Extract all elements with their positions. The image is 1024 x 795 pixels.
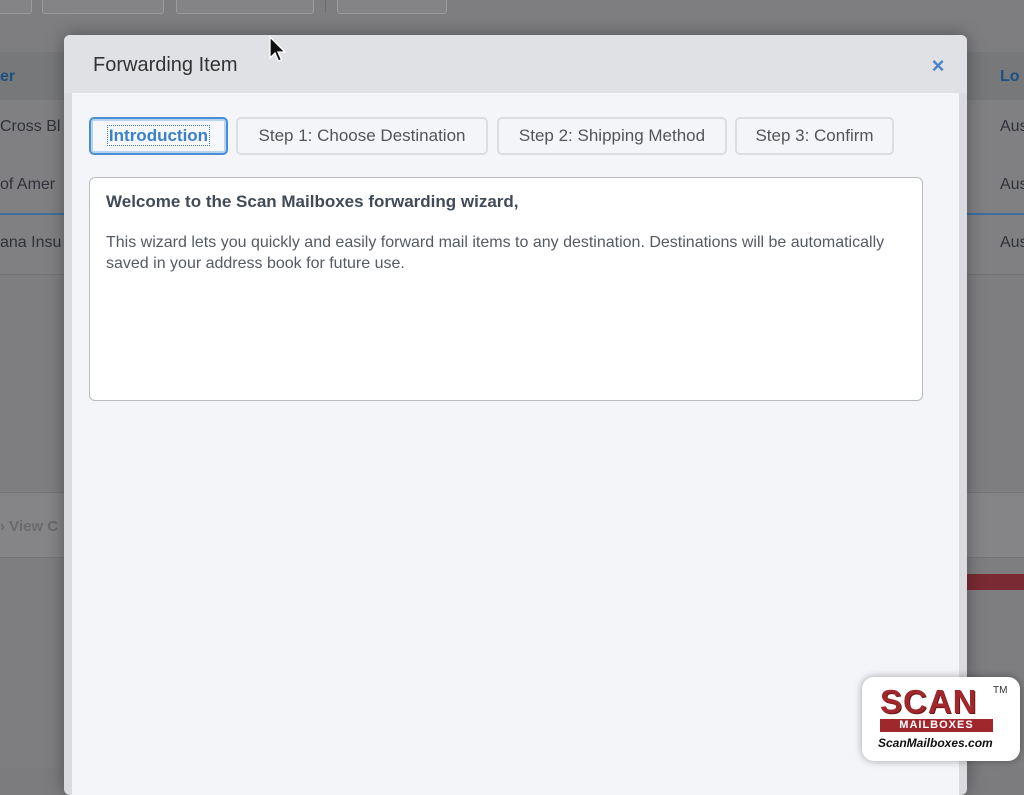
tab-shipping-method[interactable]: Step 2: Shipping Method: [497, 117, 727, 155]
modal-header: Forwarding Item ×: [64, 35, 967, 93]
bg-toolbar-button: [176, 0, 314, 14]
forwarding-modal: Forwarding Item × Introduction Step 1: C…: [64, 35, 967, 795]
bg-header-right: Lo: [1000, 68, 1020, 85]
logo-scan-text: SCAN: [880, 683, 978, 720]
bg-toolbar-button: [0, 0, 32, 14]
tab-label: Step 3: Confirm: [755, 126, 874, 145]
intro-content: Welcome to the Scan Mailboxes forwarding…: [89, 177, 923, 401]
bg-row-left: of Amer: [0, 176, 56, 193]
bg-row-left: Cross Bl: [0, 118, 61, 135]
wizard-description: This wizard lets you quickly and easily …: [106, 234, 885, 272]
logo-mailboxes-text: MAILBOXES: [880, 719, 993, 732]
tab-label: Step 1: Choose Destination: [258, 126, 466, 145]
bg-row-underline: [0, 213, 66, 215]
close-icon[interactable]: ×: [927, 55, 949, 77]
bg-row-right: Aus: [1000, 176, 1024, 193]
bg-row-underline: [966, 213, 1024, 215]
bg-toolbar-separator: [325, 0, 326, 12]
bg-red-bar: [966, 574, 1024, 590]
tab-introduction[interactable]: Introduction: [89, 117, 228, 155]
welcome-heading: Welcome to the Scan Mailboxes forwarding…: [106, 192, 519, 211]
logo-url: ScanMailboxes.com: [878, 736, 993, 750]
tab-confirm[interactable]: Step 3: Confirm: [735, 117, 894, 155]
bg-view-link: › View C: [0, 518, 59, 535]
tab-label: Introduction: [106, 125, 211, 146]
bg-toolbar-button: [337, 0, 447, 14]
logo-trademark: TM: [993, 685, 1008, 696]
modal-body: Introduction Step 1: Choose Destination …: [72, 93, 959, 795]
scanmailboxes-logo: SCAN TM MAILBOXES ScanMailboxes.com: [862, 677, 1020, 761]
modal-title: Forwarding Item: [93, 54, 238, 76]
bg-row-left: ana Insu: [0, 234, 62, 251]
bg-toolbar-button: [42, 0, 164, 14]
bg-row-right: Aus: [1000, 118, 1024, 135]
mouse-cursor-icon: [269, 36, 287, 62]
tab-choose-destination[interactable]: Step 1: Choose Destination: [236, 117, 488, 155]
tab-label: Step 2: Shipping Method: [518, 126, 706, 145]
bg-row-right: Aus: [1000, 234, 1024, 251]
bg-header-left: er: [0, 68, 16, 85]
